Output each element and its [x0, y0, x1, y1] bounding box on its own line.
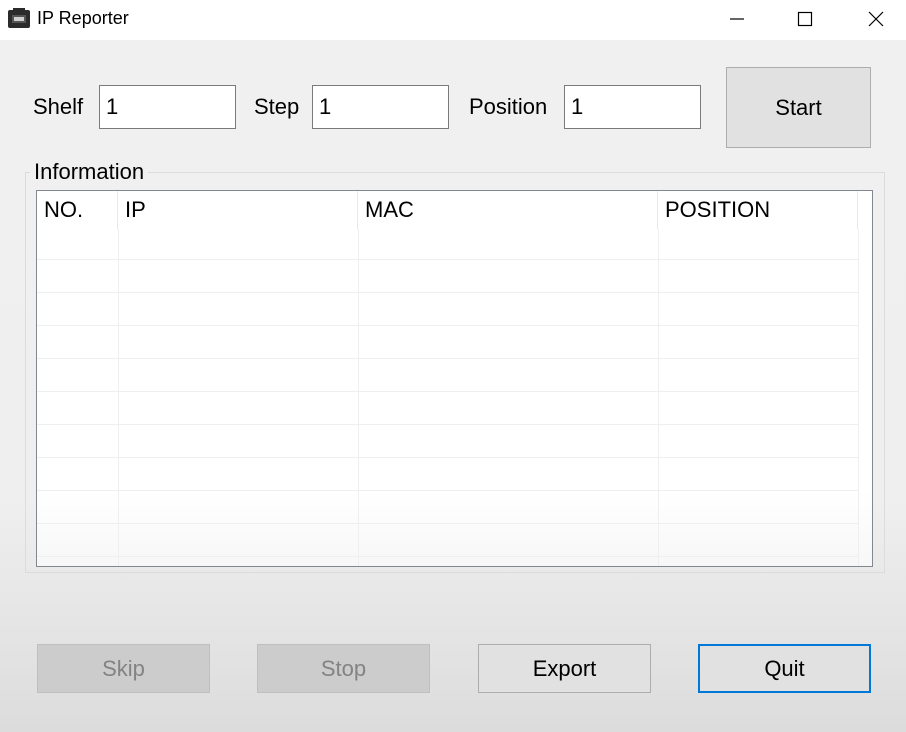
grid-line	[37, 424, 859, 425]
close-icon	[868, 11, 884, 27]
stop-button[interactable]: Stop	[257, 644, 430, 693]
grid-line	[358, 229, 359, 566]
step-label: Step	[254, 94, 300, 119]
column-header-position[interactable]: POSITION	[658, 191, 858, 229]
information-group-title: Information	[30, 159, 149, 185]
grid-line	[37, 292, 859, 293]
main-window: IP Reporter Shelf Step Position Start	[0, 0, 906, 732]
column-header-ip[interactable]: IP	[118, 191, 358, 229]
grid-line	[37, 259, 859, 260]
window-title: IP Reporter	[37, 8, 129, 28]
grid-line	[37, 490, 859, 491]
maximize-icon	[797, 11, 813, 27]
minimize-icon	[729, 11, 745, 27]
grid-line	[37, 457, 859, 458]
grid-line	[118, 229, 119, 566]
grid-line	[37, 391, 859, 392]
grid-line	[658, 229, 659, 566]
export-button[interactable]: Export	[478, 644, 651, 693]
list-grid	[37, 229, 872, 566]
app-icon	[8, 8, 30, 28]
step-input[interactable]	[312, 85, 449, 129]
title-bar[interactable]: IP Reporter	[0, 0, 906, 40]
start-button[interactable]: Start	[726, 67, 871, 148]
position-label: Position	[469, 94, 548, 119]
list-header: NO. IP MAC POSITION	[37, 191, 858, 229]
grid-line	[37, 325, 859, 326]
maximize-button[interactable]	[782, 0, 828, 38]
grid-line	[37, 358, 859, 359]
shelf-label: Shelf	[33, 94, 84, 119]
close-button[interactable]	[853, 0, 899, 38]
column-header-no[interactable]: NO.	[37, 191, 118, 229]
information-list[interactable]: NO. IP MAC POSITION	[36, 190, 873, 567]
minimize-button[interactable]	[714, 0, 760, 38]
grid-line	[37, 523, 859, 524]
shelf-input[interactable]	[99, 85, 236, 129]
skip-button[interactable]: Skip	[37, 644, 210, 693]
quit-button[interactable]: Quit	[698, 644, 871, 693]
grid-line	[37, 556, 859, 557]
column-header-mac[interactable]: MAC	[358, 191, 658, 229]
grid-line	[858, 229, 859, 566]
position-input[interactable]	[564, 85, 701, 129]
